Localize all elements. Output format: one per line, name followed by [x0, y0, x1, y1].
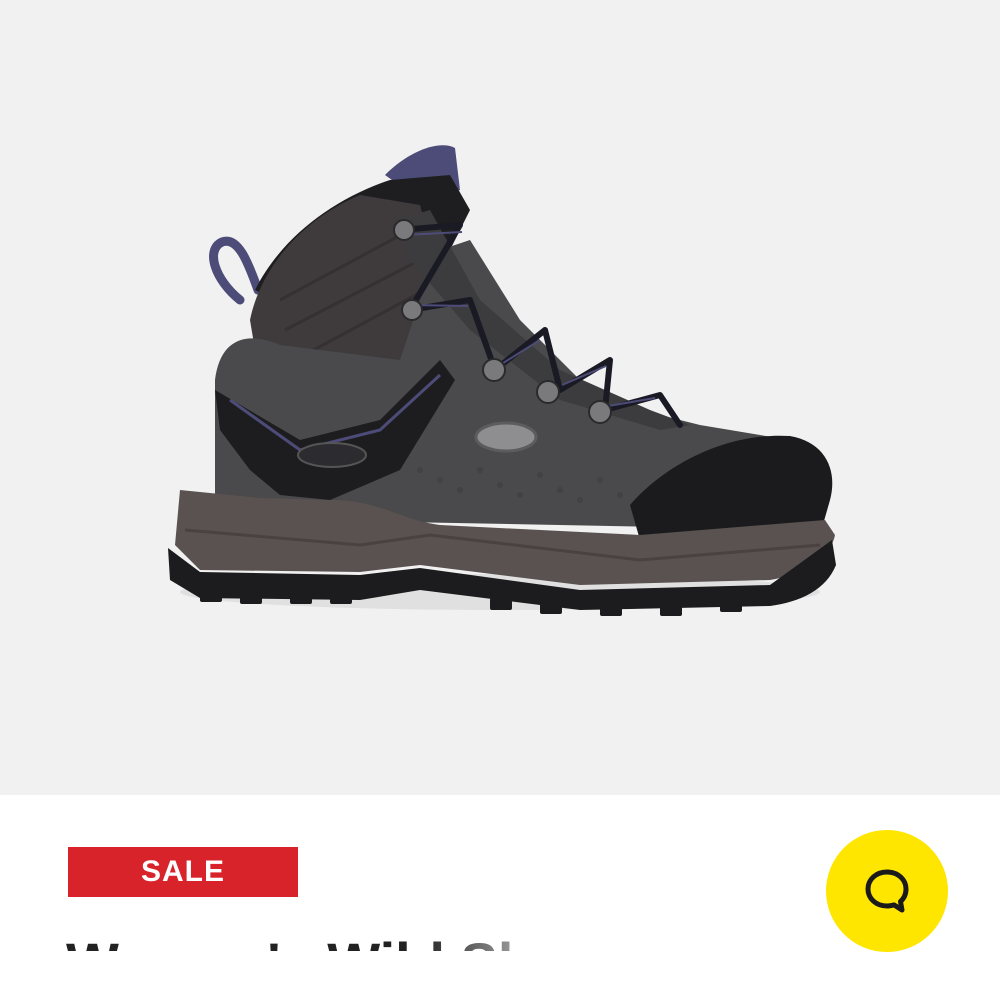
chat-bubble-icon	[865, 869, 909, 913]
boot-image	[168, 145, 836, 616]
product-page: SALE Women's Wild Sky	[0, 0, 1000, 1000]
product-image-area[interactable]	[0, 0, 1000, 795]
title-fade-overlay	[420, 935, 640, 951]
chat-button[interactable]	[826, 830, 948, 952]
sale-badge: SALE	[68, 847, 298, 897]
product-info-panel: SALE Women's Wild Sky	[0, 795, 1000, 1000]
